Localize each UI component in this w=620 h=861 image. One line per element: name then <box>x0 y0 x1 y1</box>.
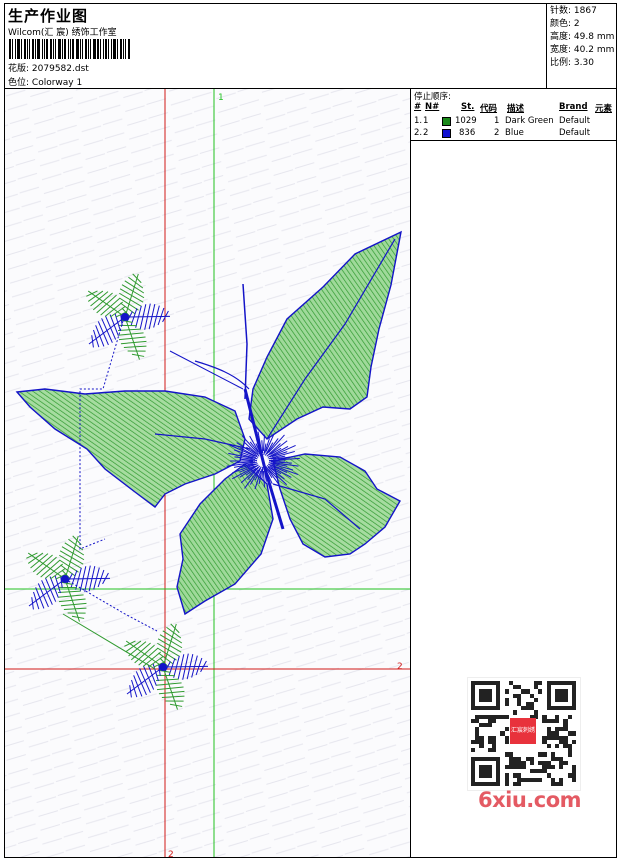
color-swatch <box>442 117 451 126</box>
stat-width: 宽度: 40.2 mm <box>550 45 615 55</box>
header-panel: 生产作业图 Wilcom(汇 宸) 绣饰工作室 花版: 2079582.dst … <box>5 4 548 89</box>
col-brand: Brand <box>559 102 588 112</box>
colorway-label: 色位: <box>8 78 30 88</box>
stat-scale: 比例: 3.30 <box>550 58 594 68</box>
guide-label-right: 2 <box>397 662 403 672</box>
barcode <box>9 39 144 59</box>
colorway-info: 色位: Colorway 1 <box>8 75 82 88</box>
col-element: 元素 <box>595 104 613 114</box>
design-info: 花版: 2079582.dst <box>8 61 89 74</box>
col-index: # <box>414 102 422 112</box>
sheet-title: 生产作业图 <box>8 7 89 25</box>
stat-colors: 颜色: 2 <box>550 19 580 29</box>
col-description: 描述 <box>507 104 525 114</box>
watermark-text: 6xiu.com <box>478 788 582 812</box>
stat-stitches: 针数: 1867 <box>550 6 597 16</box>
table-row[interactable]: 2. 2 836 2 Blue Default <box>411 128 616 140</box>
guide-label-bottom: 2 <box>168 850 174 857</box>
guide-label-top: 1 <box>218 93 224 103</box>
stats-panel: 针数: 1867 颜色: 2 高度: 49.8 mm 宽度: 40.2 mm 比… <box>546 4 616 89</box>
design-value: 2079582.dst <box>31 64 89 74</box>
design-label: 花版: <box>8 64 30 74</box>
color-swatch <box>442 129 451 138</box>
table-row[interactable]: 1. 1 1029 1 Dark Green Default <box>411 116 616 128</box>
studio-name: Wilcom(汇 宸) 绣饰工作室 <box>8 28 117 38</box>
col-code: 代码 <box>480 104 498 114</box>
embroidery-preview: 1 2 2 <box>5 89 410 857</box>
colorway-value: Colorway 1 <box>31 78 83 88</box>
qr-code[interactable]: 汇宸刺绣 <box>467 677 581 791</box>
stop-sequence-title: 停止顺序: <box>414 92 451 102</box>
design-canvas[interactable]: 1 2 2 <box>5 89 411 857</box>
stat-height: 高度: 49.8 mm <box>550 32 615 42</box>
stop-sequence-table: 停止顺序: # N# St. 代码 描述 Brand 元素 1. 1 1029 … <box>411 89 616 141</box>
qr-stamp-logo: 汇宸刺绣 <box>510 718 536 744</box>
col-needle: N# <box>425 102 440 112</box>
col-stitches: St. <box>461 102 475 112</box>
